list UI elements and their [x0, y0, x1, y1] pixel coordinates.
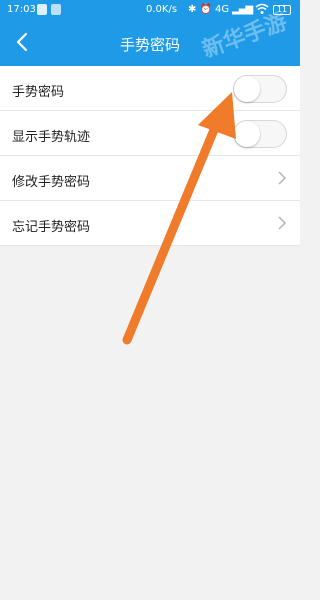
- annotation-arrow-icon: [122, 92, 236, 345]
